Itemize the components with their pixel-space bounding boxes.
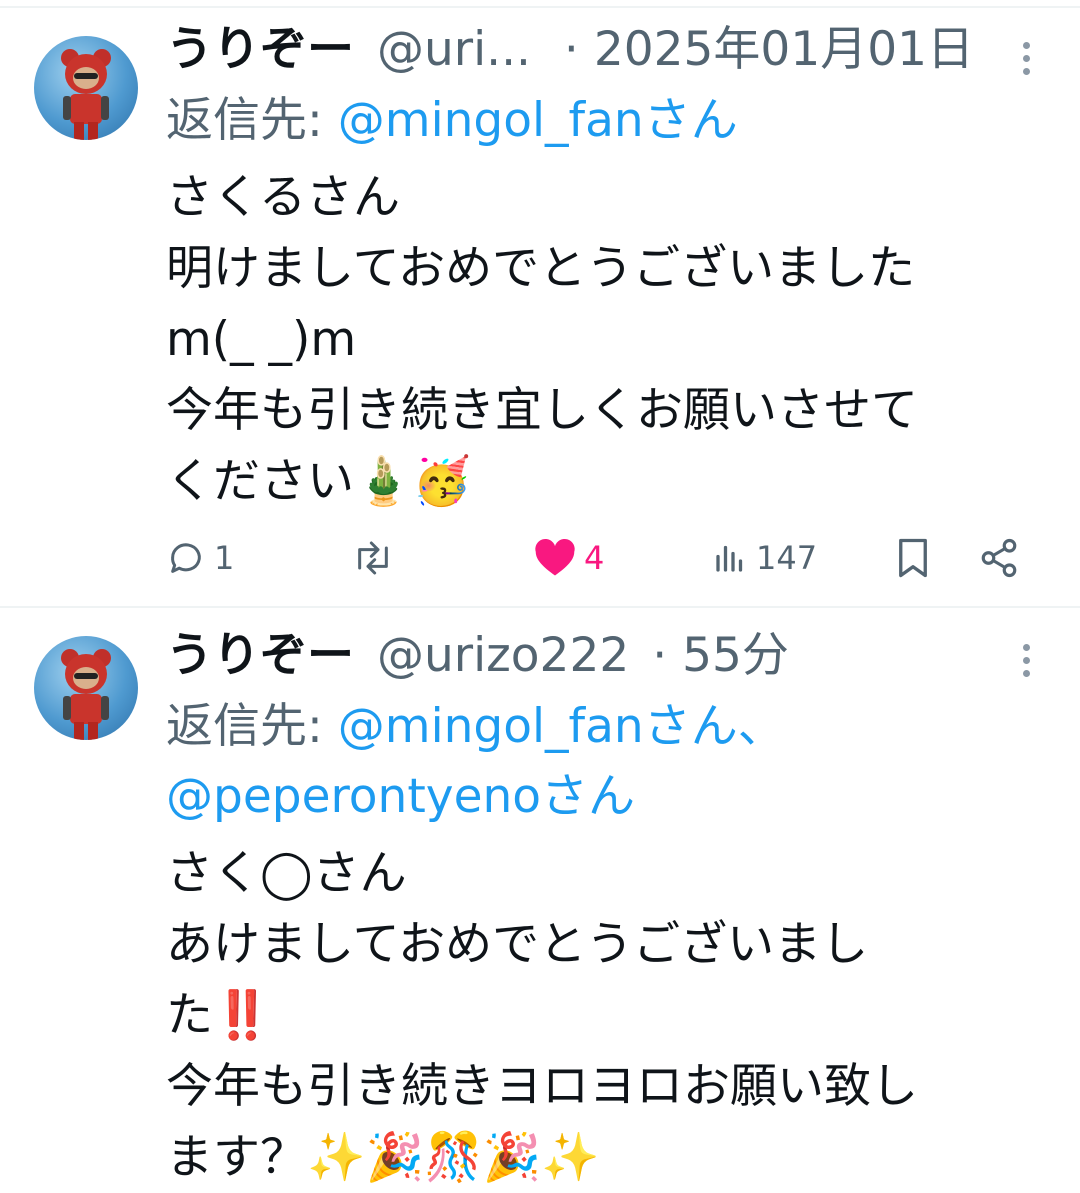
reply-icon xyxy=(171,543,201,573)
more-vertical-icon-dot xyxy=(1022,68,1030,75)
reply-to-line: 返信先: @mingol_fanさん、 @peperontyenoさん xyxy=(166,692,1026,832)
more-options-button[interactable] xyxy=(1016,42,1036,75)
avatar[interactable] xyxy=(34,636,138,740)
tweet-header: うりぞー @urizo222 · 55分 xyxy=(166,620,1026,692)
timestamp[interactable]: 55分 xyxy=(682,628,789,683)
reply-to-line: 返信先: @mingol_fanさん xyxy=(166,86,1026,156)
reply-count: 1 xyxy=(214,539,235,577)
bookmark-icon xyxy=(899,538,927,578)
more-vertical-icon-dot xyxy=(1022,670,1030,677)
views-button[interactable]: 147 xyxy=(712,528,817,588)
action-bar: 1 4 147 xyxy=(166,528,1046,588)
timestamp[interactable]: 2025年01月01日 xyxy=(594,22,974,77)
display-name[interactable]: うりぞー xyxy=(166,628,354,683)
views-count: 147 xyxy=(756,539,818,577)
reply-to-label: 返信先: xyxy=(166,93,338,148)
tweet-header: うりぞー @uri... · 2025年01月01日 xyxy=(166,14,1026,86)
more-options-button[interactable] xyxy=(1016,644,1036,677)
reply-button[interactable]: 1 xyxy=(166,528,234,588)
more-vertical-icon xyxy=(1022,42,1030,49)
user-handle[interactable]: @urizo222 xyxy=(377,628,629,683)
tweet-divider xyxy=(0,606,1080,608)
like-button[interactable]: 4 xyxy=(534,528,604,588)
top-divider xyxy=(0,6,1080,8)
reply-mention-link[interactable]: @mingol_fanさん xyxy=(338,93,738,148)
more-vertical-icon-dot xyxy=(1022,55,1030,62)
tweet-2[interactable]: うりぞー @urizo222 · 55分 返信先: @mingol_fanさん、… xyxy=(0,620,1080,1185)
reply-mention-link-2[interactable]: @peperontyenoさん xyxy=(166,769,635,824)
avatar-image xyxy=(61,49,111,140)
more-vertical-icon xyxy=(1022,644,1030,651)
tweet-text: さくるさん 明けましておめでとうございました m(_ _)m 今年も引き続き宜し… xyxy=(166,170,918,509)
reply-to-label: 返信先: xyxy=(166,699,338,754)
separator-dot: · xyxy=(563,22,579,77)
views-icon xyxy=(716,545,743,572)
like-count: 4 xyxy=(584,539,605,577)
bookmark-button[interactable] xyxy=(894,528,932,588)
display-name[interactable]: うりぞー xyxy=(166,22,354,77)
share-button[interactable] xyxy=(978,528,1020,588)
avatar[interactable] xyxy=(34,36,138,140)
tweet-1[interactable]: うりぞー @uri... · 2025年01月01日 返信先: @mingol_… xyxy=(0,14,1080,604)
heart-icon xyxy=(535,538,575,576)
retweet-button[interactable] xyxy=(350,528,404,588)
retweet-icon xyxy=(358,541,388,575)
user-handle[interactable]: @uri... xyxy=(377,22,531,77)
reply-mention-link[interactable]: @mingol_fanさん、 xyxy=(338,699,785,754)
avatar-image xyxy=(61,649,111,740)
more-vertical-icon-dot xyxy=(1022,657,1030,664)
tweet-text: さく◯さん あけましておめでとうございまし た‼️ 今年も引き続きヨロヨロお願い… xyxy=(166,846,918,1185)
share-icon xyxy=(981,538,1017,578)
separator-dot: · xyxy=(652,628,668,683)
